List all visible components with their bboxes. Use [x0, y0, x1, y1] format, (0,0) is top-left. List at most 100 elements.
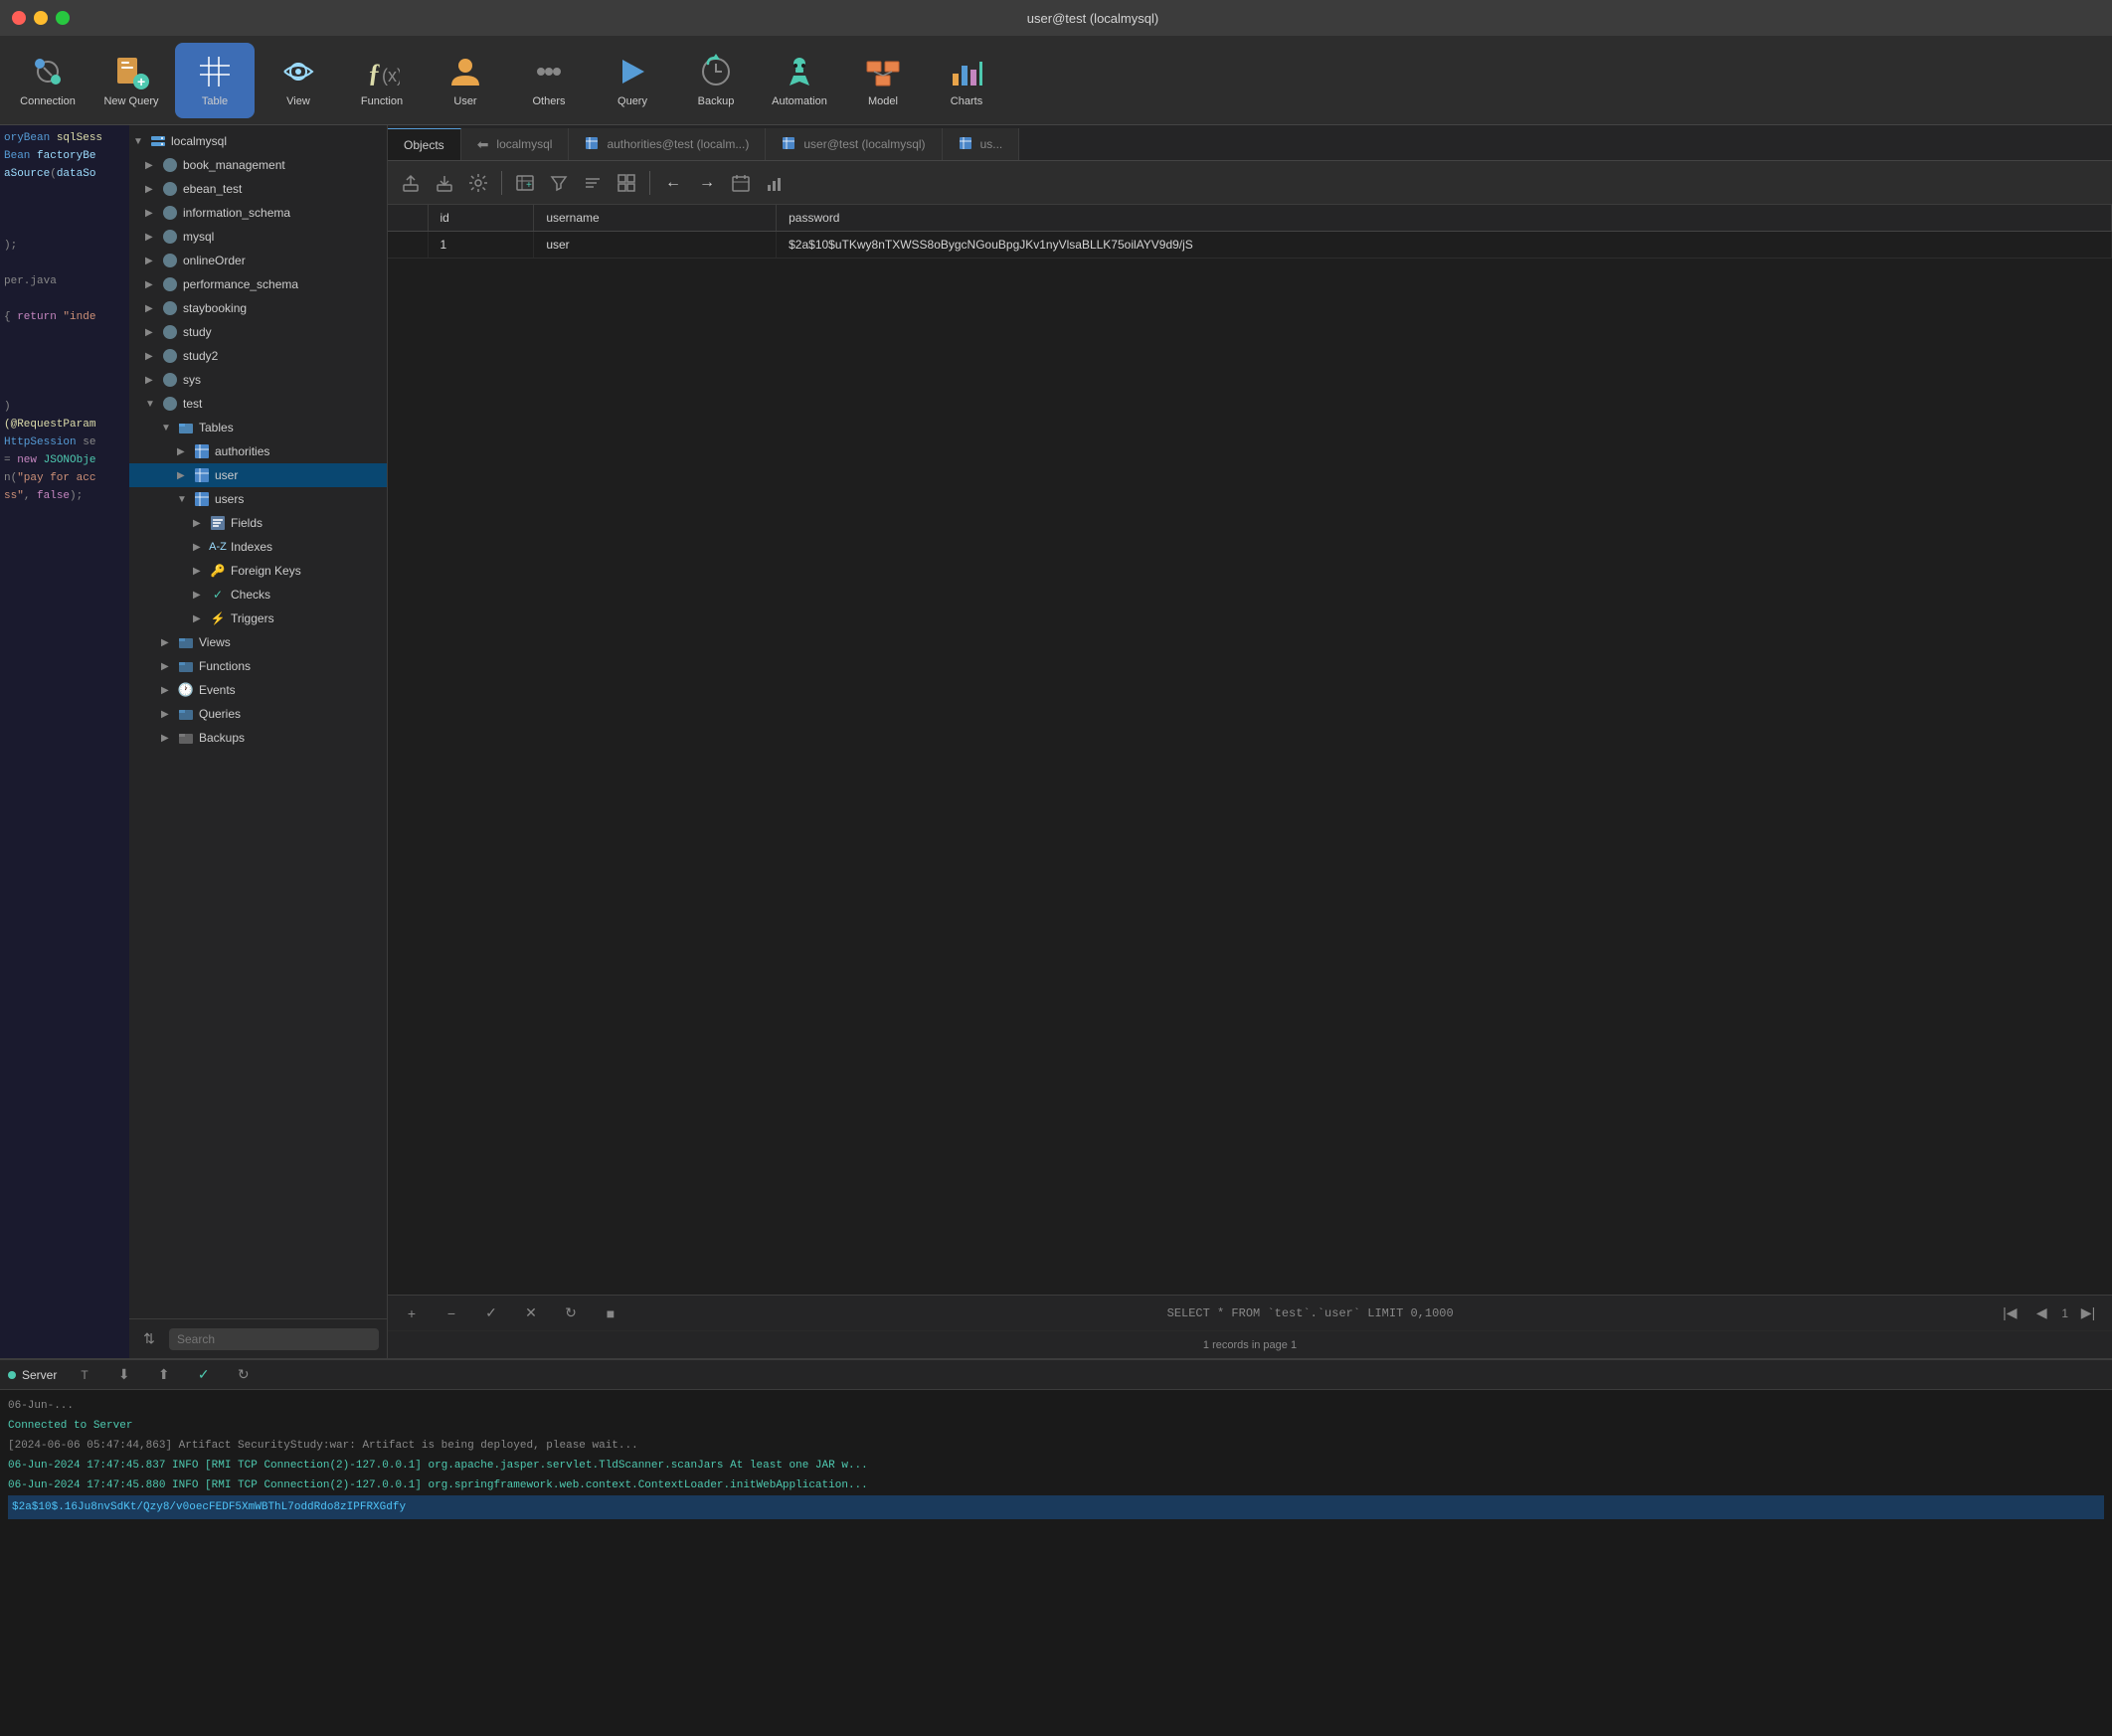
download-btn[interactable] — [430, 168, 459, 198]
toolbar-query[interactable]: Query — [593, 43, 672, 118]
tab-authorities[interactable]: authorities@test (localm...) — [569, 128, 766, 160]
tree-item-user[interactable]: ▶ user — [129, 463, 387, 487]
toolbar-view[interactable]: View — [259, 43, 338, 118]
tab-localmysql[interactable]: ⬅ localmysql — [461, 128, 570, 160]
back-btn[interactable]: ← — [658, 168, 688, 198]
forward-btn[interactable]: → — [692, 168, 722, 198]
grid-btn[interactable] — [612, 168, 641, 198]
down-arrow-btn[interactable]: ⬇ — [112, 1363, 136, 1387]
sort-btn[interactable] — [578, 168, 608, 198]
cancel-btn[interactable]: ✕ — [519, 1302, 543, 1325]
table-row[interactable]: 1 user $2a$10$uTKwy8nTXWSS8oBygcNGouBpgJ… — [388, 232, 2112, 259]
cell-id[interactable]: 1 — [428, 232, 534, 259]
cell-username[interactable]: user — [534, 232, 777, 259]
toolbar-newquery[interactable]: + New Query — [91, 43, 171, 118]
tree-item-study[interactable]: ▶ study — [129, 320, 387, 344]
col-header-username[interactable]: username — [534, 205, 777, 232]
tab-bar: Objects ⬅ localmysql authorities@test (l… — [388, 125, 2112, 161]
tree-item-ebean-test[interactable]: ▶ ebean_test — [129, 177, 387, 201]
tree-label-user: user — [215, 468, 238, 482]
upload-btn[interactable] — [396, 168, 426, 198]
checks-icon: ✓ — [209, 586, 227, 604]
tree-item-performance-schema[interactable]: ▶ performance_schema — [129, 272, 387, 296]
tab-us2[interactable]: us... — [943, 128, 1020, 160]
toolbar-connection[interactable]: Connection — [8, 43, 88, 118]
settings-btn[interactable] — [463, 168, 493, 198]
toolbar-others[interactable]: Others — [509, 43, 589, 118]
sidebar-collapse-btn[interactable]: ⇅ — [137, 1327, 161, 1351]
tree-item-sys[interactable]: ▶ sys — [129, 368, 387, 392]
toolbar-backup[interactable]: Backup — [676, 43, 756, 118]
search-input[interactable] — [169, 1328, 379, 1350]
calendar-btn[interactable] — [726, 168, 756, 198]
tree-item-localmysql[interactable]: ▼ localmysql — [129, 129, 387, 153]
server-tab[interactable]: Server — [8, 1368, 57, 1382]
tab-user[interactable]: user@test (localmysql) — [766, 128, 942, 160]
page-next-btn[interactable]: ▶| — [2076, 1302, 2100, 1325]
add-row-btn[interactable]: + — [510, 168, 540, 198]
tree-label-sys: sys — [183, 373, 201, 387]
tree-item-views[interactable]: ▶ Views — [129, 630, 387, 654]
tree-item-staybooking[interactable]: ▶ staybooking — [129, 296, 387, 320]
toolbar-charts[interactable]: Charts — [927, 43, 1006, 118]
server-icon — [149, 132, 167, 150]
chevron-right-icon: ▶ — [161, 709, 177, 720]
log-line-6[interactable]: $2a$10$.16Ju8nvSdKt/Qzy8/v0oecFEDF5XmWBT… — [8, 1495, 2104, 1519]
tree-item-queries[interactable]: ▶ Queries — [129, 702, 387, 726]
tree-item-onlineorder[interactable]: ▶ onlineOrder — [129, 249, 387, 272]
chevron-right-icon: ▶ — [161, 733, 177, 744]
tree-label-views: Views — [199, 635, 231, 649]
tree-item-backups[interactable]: ▶ Backups — [129, 726, 387, 750]
tab-db-icon2 — [782, 136, 795, 153]
tree-item-test[interactable]: ▼ test — [129, 392, 387, 416]
toolbar-automation[interactable]: Automation — [760, 43, 839, 118]
tree-item-tables[interactable]: ▼ Tables — [129, 416, 387, 439]
tree-item-events[interactable]: ▶ 🕐 Events — [129, 678, 387, 702]
page-prev-btn[interactable]: ◀ — [2029, 1302, 2053, 1325]
tree-item-triggers[interactable]: ▶ ⚡ Triggers — [129, 607, 387, 630]
page-first-btn[interactable]: |◀ — [1998, 1302, 2022, 1325]
highlighted-log-text[interactable]: $2a$10$.16Ju8nvSdKt/Qzy8/v0oecFEDF5XmWBT… — [8, 1495, 2104, 1519]
tree-item-book-management[interactable]: ▶ book_management — [129, 153, 387, 177]
tab-t[interactable]: T — [73, 1364, 95, 1386]
up-arrow-btn[interactable]: ⬆ — [152, 1363, 176, 1387]
tree-item-users[interactable]: ▼ users — [129, 487, 387, 511]
tree-item-foreign-keys[interactable]: ▶ 🔑 Foreign Keys — [129, 559, 387, 583]
database-tree[interactable]: ▼ localmysql ▶ book_management — [129, 125, 387, 1318]
minimize-button[interactable] — [34, 11, 48, 25]
chevron-right-icon: ▶ — [145, 303, 161, 314]
toolbar-function[interactable]: ƒ (x) Function — [342, 43, 422, 118]
toolbar-user[interactable]: User — [426, 43, 505, 118]
stats-btn[interactable] — [760, 168, 790, 198]
tree-item-functions[interactable]: ▶ Functions — [129, 654, 387, 678]
filter-btn[interactable] — [544, 168, 574, 198]
right-panel: Objects ⬅ localmysql authorities@test (l… — [388, 125, 2112, 1358]
query-icon — [615, 54, 650, 89]
toolbar-model[interactable]: Model — [843, 43, 923, 118]
tab-objects[interactable]: Objects — [388, 128, 461, 160]
col-header-password[interactable]: password — [777, 205, 2112, 232]
tree-item-study2[interactable]: ▶ study2 — [129, 344, 387, 368]
views-folder-icon — [177, 633, 195, 651]
tree-item-fields[interactable]: ▶ Fields — [129, 511, 387, 535]
tree-item-information-schema[interactable]: ▶ information_schema — [129, 201, 387, 225]
tree-item-authorities[interactable]: ▶ authorities — [129, 439, 387, 463]
refresh-btn[interactable]: ↻ — [559, 1302, 583, 1325]
tree-item-mysql[interactable]: ▶ mysql — [129, 225, 387, 249]
add-record-btn[interactable]: + — [400, 1302, 424, 1325]
tree-item-indexes[interactable]: ▶ A-Z Indexes — [129, 535, 387, 559]
close-button[interactable] — [12, 11, 26, 25]
toolbar-table[interactable]: Table — [175, 43, 255, 118]
refresh-log-btn[interactable]: ↻ — [232, 1363, 256, 1387]
fullscreen-button[interactable] — [56, 11, 70, 25]
cell-password[interactable]: $2a$10$uTKwy8nTXWSS8oBygcNGouBpgJKv1nyVl… — [777, 232, 2112, 259]
row-num — [388, 232, 428, 259]
stop-btn[interactable]: ■ — [599, 1302, 622, 1325]
tree-item-checks[interactable]: ▶ ✓ Checks — [129, 583, 387, 607]
db-sidebar: ▼ localmysql ▶ book_management — [129, 125, 388, 1358]
confirm-btn[interactable]: ✓ — [479, 1302, 503, 1325]
col-header-id[interactable]: id — [428, 205, 534, 232]
log-content: 06-Jun-... Connected to Server [2024-06-… — [0, 1390, 2112, 1736]
data-table-container[interactable]: id username password 1 user $2a$10$uTKwy… — [388, 205, 2112, 1295]
delete-record-btn[interactable]: − — [440, 1302, 463, 1325]
